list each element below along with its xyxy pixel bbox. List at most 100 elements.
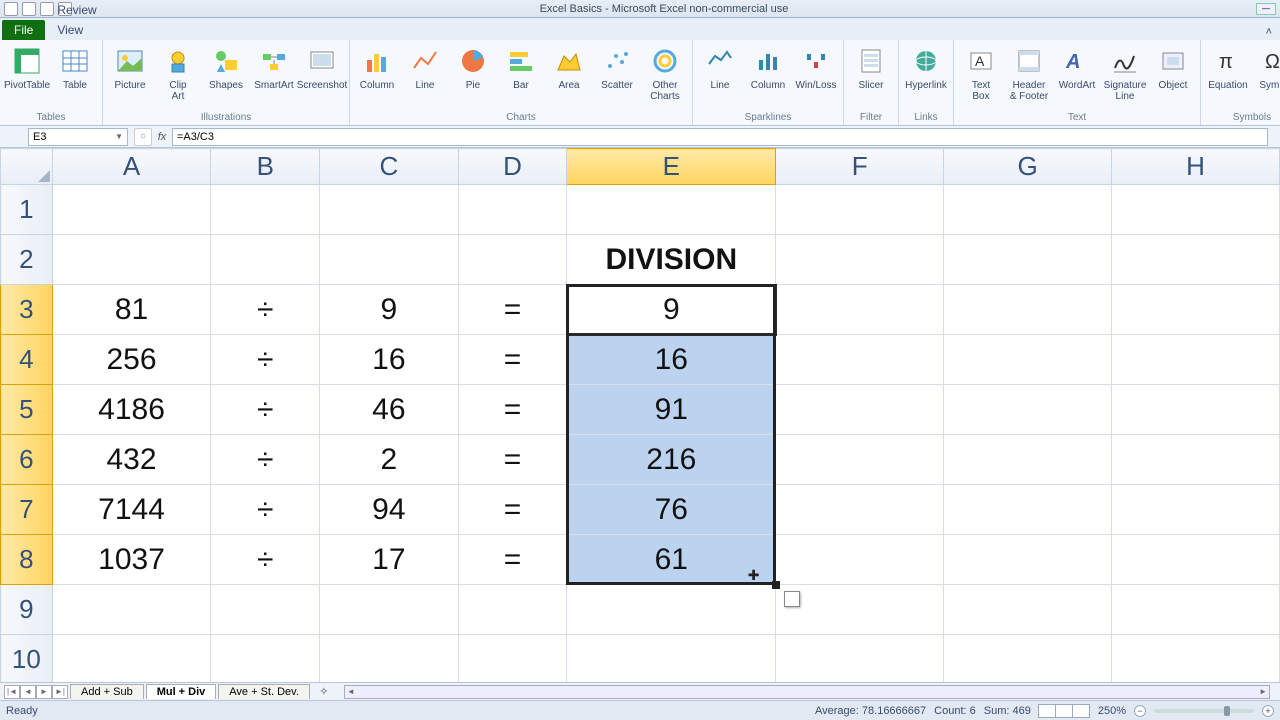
cell-A10[interactable]: [52, 635, 211, 683]
cell-G7[interactable]: [944, 485, 1112, 535]
qat-excel-icon[interactable]: [4, 2, 18, 16]
ribbon-area-button[interactable]: Area: [546, 42, 592, 91]
sheet-nav-first-icon[interactable]: |◄: [4, 685, 20, 699]
cell-C8[interactable]: 17: [320, 535, 459, 585]
ribbon-other-button[interactable]: OtherCharts: [642, 42, 688, 102]
cell-H7[interactable]: [1112, 485, 1280, 535]
cell-B2[interactable]: [211, 235, 320, 285]
col-header-G[interactable]: G: [944, 149, 1112, 185]
cell-C4[interactable]: 16: [320, 335, 459, 385]
ribbon-pivottable-button[interactable]: PivotTable: [4, 42, 50, 91]
ribbon-picture-button[interactable]: Picture: [107, 42, 153, 91]
cell-F4[interactable]: [776, 335, 944, 385]
horizontal-scrollbar[interactable]: [344, 685, 1270, 699]
cell-G8[interactable]: [944, 535, 1112, 585]
sheet-nav-next-icon[interactable]: ►: [36, 685, 52, 699]
cell-C1[interactable]: [320, 185, 459, 235]
cell-A7[interactable]: 7144: [52, 485, 211, 535]
cell-A8[interactable]: 1037: [52, 535, 211, 585]
cell-A1[interactable]: [52, 185, 211, 235]
cell-C3[interactable]: 9: [320, 285, 459, 335]
cell-A2[interactable]: [52, 235, 211, 285]
cell-H8[interactable]: [1112, 535, 1280, 585]
cell-H1[interactable]: [1112, 185, 1280, 235]
col-header-D[interactable]: D: [458, 149, 567, 185]
cell-B5[interactable]: ÷: [211, 385, 320, 435]
cell-D9[interactable]: [458, 585, 567, 635]
cell-H3[interactable]: [1112, 285, 1280, 335]
cell-H2[interactable]: [1112, 235, 1280, 285]
cell-H10[interactable]: [1112, 635, 1280, 683]
ribbon-bar-button[interactable]: Bar: [498, 42, 544, 91]
fill-handle[interactable]: [772, 581, 780, 589]
cell-B6[interactable]: ÷: [211, 435, 320, 485]
cell-D2[interactable]: [458, 235, 567, 285]
cell-G6[interactable]: [944, 435, 1112, 485]
cell-D1[interactable]: [458, 185, 567, 235]
cell-B7[interactable]: ÷: [211, 485, 320, 535]
sheet-nav-prev-icon[interactable]: ◄: [20, 685, 36, 699]
cell-D8[interactable]: =: [458, 535, 567, 585]
cell-H5[interactable]: [1112, 385, 1280, 435]
qat-save-icon[interactable]: [22, 2, 36, 16]
ribbon-table-button[interactable]: Table: [52, 42, 98, 91]
zoom-slider[interactable]: [1154, 709, 1254, 713]
cell-B4[interactable]: ÷: [211, 335, 320, 385]
cell-H9[interactable]: [1112, 585, 1280, 635]
cell-E6[interactable]: 216: [567, 435, 776, 485]
ribbon-scatter-button[interactable]: Scatter: [594, 42, 640, 91]
cell-F3[interactable]: [776, 285, 944, 335]
cell-E9[interactable]: [567, 585, 776, 635]
new-sheet-icon[interactable]: ✧: [314, 685, 334, 698]
ribbon-object-button[interactable]: Object: [1150, 42, 1196, 91]
row-header-10[interactable]: 10: [1, 635, 53, 683]
cell-C10[interactable]: [320, 635, 459, 683]
cell-F8[interactable]: [776, 535, 944, 585]
col-header-H[interactable]: H: [1112, 149, 1280, 185]
row-header-1[interactable]: 1: [1, 185, 53, 235]
cell-G5[interactable]: [944, 385, 1112, 435]
ribbon-pie-button[interactable]: Pie: [450, 42, 496, 91]
cell-G10[interactable]: [944, 635, 1112, 683]
minimize-button[interactable]: —: [1256, 3, 1276, 15]
cell-F9[interactable]: [776, 585, 944, 635]
cell-C5[interactable]: 46: [320, 385, 459, 435]
cell-A3[interactable]: 81: [52, 285, 211, 335]
cell-D7[interactable]: =: [458, 485, 567, 535]
sheet-tab-mul-div[interactable]: Mul + Div: [146, 684, 217, 699]
row-header-5[interactable]: 5: [1, 385, 53, 435]
cell-C6[interactable]: 2: [320, 435, 459, 485]
ribbon-smartart-button[interactable]: SmartArt: [251, 42, 297, 91]
cell-F6[interactable]: [776, 435, 944, 485]
zoom-in-button[interactable]: +: [1262, 705, 1274, 717]
formula-cancel-icon[interactable]: ○: [134, 128, 152, 146]
col-header-A[interactable]: A: [52, 149, 211, 185]
cell-D10[interactable]: [458, 635, 567, 683]
fx-icon[interactable]: fx: [152, 131, 172, 143]
ribbon-sparkline-button[interactable]: Line: [697, 42, 743, 91]
cell-H6[interactable]: [1112, 435, 1280, 485]
ribbon-signature-button[interactable]: SignatureLine: [1102, 42, 1148, 102]
cell-B9[interactable]: [211, 585, 320, 635]
cell-A9[interactable]: [52, 585, 211, 635]
ribbon-textbox-button[interactable]: ATextBox: [958, 42, 1004, 102]
ribbon-line-button[interactable]: Line: [402, 42, 448, 91]
cell-H4[interactable]: [1112, 335, 1280, 385]
cell-G9[interactable]: [944, 585, 1112, 635]
ribbon-symbol-button[interactable]: ΩSymbol: [1253, 42, 1280, 91]
ribbon-winloss-button[interactable]: Win/Loss: [793, 42, 839, 91]
name-box[interactable]: E3 ▼: [28, 128, 128, 146]
ribbon-slicer-button[interactable]: Slicer: [848, 42, 894, 91]
ribbon-column-button[interactable]: Column: [354, 42, 400, 91]
sheet-tab-add-sub[interactable]: Add + Sub: [70, 684, 144, 699]
cell-E1[interactable]: [567, 185, 776, 235]
row-header-7[interactable]: 7: [1, 485, 53, 535]
cell-F1[interactable]: [776, 185, 944, 235]
cell-A6[interactable]: 432: [52, 435, 211, 485]
row-header-2[interactable]: 2: [1, 235, 53, 285]
cell-A4[interactable]: 256: [52, 335, 211, 385]
cell-G4[interactable]: [944, 335, 1112, 385]
tab-review[interactable]: Review: [45, 0, 136, 20]
cell-F2[interactable]: [776, 235, 944, 285]
ribbon-clipart-button[interactable]: ClipArt: [155, 42, 201, 102]
